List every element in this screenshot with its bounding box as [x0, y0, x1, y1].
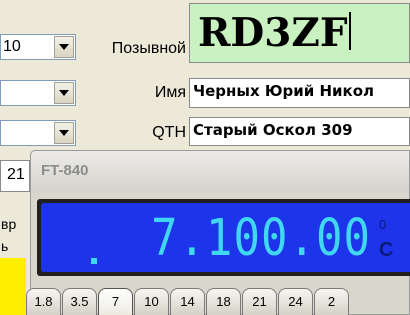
frequency-readout: 7.100.00	[151, 209, 371, 268]
band-button-1-8[interactable]: 1.8	[26, 288, 61, 315]
partial-label-2: ь	[1, 238, 9, 254]
name-field[interactable]: Черных Юрий Никол	[189, 78, 410, 108]
qth-label: QTH	[152, 124, 186, 141]
callsign-label: Позывной	[111, 40, 186, 57]
band-button-7[interactable]: 7	[98, 288, 133, 315]
partial-label-1: вр	[1, 216, 17, 232]
band-button-3-5[interactable]: 3.5	[62, 288, 97, 315]
band-button-18[interactable]: 18	[206, 288, 241, 315]
radio-window-titlebar[interactable]: FT-840	[31, 151, 409, 193]
lcd-panel: 7.100.00 0 C	[41, 203, 410, 272]
callsign-value: RD3ZF	[198, 10, 348, 56]
display-side-bottom: C	[379, 239, 394, 261]
callsign-input[interactable]: RD3ZF	[189, 3, 410, 63]
text-caret	[348, 12, 351, 50]
combo-box-1-value: 10	[3, 38, 21, 55]
combo-box-1[interactable]: 10	[0, 34, 76, 60]
band-button-10[interactable]: 10	[134, 288, 169, 315]
chevron-down-icon	[59, 44, 69, 50]
band-button-14[interactable]: 14	[170, 288, 205, 315]
combo-box-2[interactable]	[0, 80, 76, 106]
combo-box-3-dropdown-button[interactable]	[54, 122, 74, 144]
band-button-24[interactable]: 24	[278, 288, 313, 315]
chevron-down-icon	[59, 90, 69, 96]
name-value: Черных Юрий Никол	[193, 82, 374, 100]
qth-value: Старый Оскол 309	[193, 121, 353, 139]
name-label: Имя	[154, 84, 186, 101]
highlight-strip	[0, 258, 26, 315]
band-button-21[interactable]: 21	[242, 288, 277, 315]
combo-box-2-dropdown-button[interactable]	[54, 82, 74, 104]
chevron-down-icon	[59, 130, 69, 136]
radio-window-title: FT-840	[41, 162, 89, 179]
combo-box-1-dropdown-button[interactable]	[54, 36, 74, 58]
qth-field[interactable]: Старый Оскол 309	[189, 117, 410, 146]
frequency-display: 7.100.00 0 C	[37, 199, 410, 276]
band-button-28[interactable]: 2	[314, 288, 349, 315]
display-side-top: 0	[379, 217, 387, 232]
combo-box-3[interactable]	[0, 120, 76, 146]
partial-field[interactable]: 21	[0, 160, 30, 192]
band-buttons: 1.8 3.5 7 10 14 18 21 24 2	[26, 288, 410, 315]
partial-field-value: 21	[7, 166, 25, 183]
